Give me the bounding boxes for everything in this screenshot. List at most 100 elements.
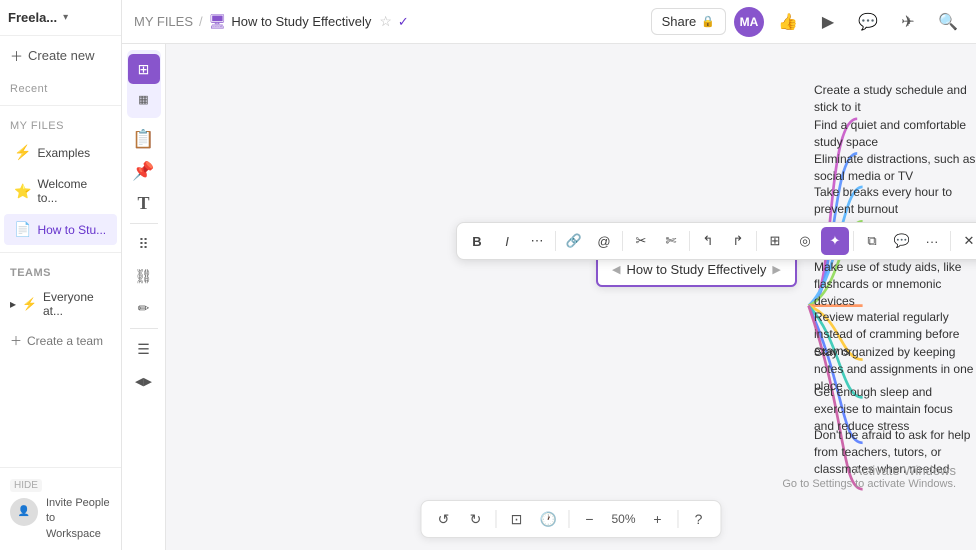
star-icon[interactable]: ☆ [379,13,392,30]
doc-title: How to Study Effectively [231,14,371,29]
create-team-button[interactable]: ＋ Create a team [0,325,121,356]
bt-divider-1 [495,510,496,528]
sidebar-header[interactable]: Freela... ▾ [0,0,121,36]
how-to-icon: 📄 [14,221,31,238]
lock-icon: 🔒 [701,15,715,28]
divider [0,105,121,106]
create-new-button[interactable]: ＋ Create new [0,36,121,75]
search-button[interactable]: 🔍 [932,6,964,38]
italic-button[interactable]: I [493,227,521,255]
canvas-wrapper: ⊞ ▦ 📋 📌 T ⠿ ⛓ ✏ ☰ ◀▶ [122,44,976,550]
dots-button[interactable]: ··· [918,227,946,255]
bt-divider-2 [568,510,569,528]
teams-section: TEAMS ▸ ⚡ Everyone at... ＋ Create a team [0,259,121,356]
branch-2: Find a quiet and comfortable study space [814,117,976,151]
breadcrumb: MY FILES / 🖥 How to Study Effectively ☆ … [134,13,409,30]
sidebar-item-welcome-label: Welcome to... [37,177,107,205]
target-button[interactable]: ◎ [791,227,819,255]
activate-subtitle: Go to Settings to activate Windows. [782,478,956,490]
text-button[interactable]: T [128,188,160,218]
grid-button[interactable]: ⊞ [761,227,789,255]
my-files-breadcrumb[interactable]: MY FILES [134,14,193,29]
zoom-in-button[interactable]: + [644,505,672,533]
branch-5: Make use of study aids, like flashcards … [814,259,976,309]
verified-icon: ✓ [398,14,409,30]
close-toolbar-button[interactable]: ✕ [955,227,976,255]
invite-content: 👤 Invite People to Workspace [10,496,111,542]
everyone-expand-icon: ▸ [10,297,16,311]
floating-toolbar: B I ⋯ 🔗 @ ✂ ✄ ↰ ↱ ⊞ ◎ ✦ ⧉ 💬 ··· [456,222,976,260]
breadcrumb-separator: / [199,14,203,29]
link-button[interactable]: ⛓ [128,261,160,291]
breadcrumb-current: 🖥 How to Study Effectively [209,13,372,30]
examples-icon: ⚡ [14,144,31,161]
sidebar: Freela... ▾ ＋ Create new Recent MY FILES… [0,0,122,550]
copy-button[interactable]: ⧉ [858,227,886,255]
central-node-label: How to Study Effectively [626,262,766,277]
branch-1: Create a study schedule and stick to it [814,82,976,116]
teams-section-label: TEAMS [0,259,121,283]
sidebar-item-how-to-label: How to Stu... [37,223,106,237]
sidebar-item-everyone[interactable]: ▸ ⚡ Everyone at... [0,283,121,325]
link-button[interactable]: 🔗 [560,227,588,255]
recent-section-label: Recent [0,75,121,99]
bt-divider-3 [678,510,679,528]
grid-view-button[interactable]: ⊞ [128,54,160,84]
everyone-label: Everyone at... [43,290,111,318]
avatar: MA [734,7,764,37]
comment-button[interactable]: 💬 [852,6,884,38]
help-button[interactable]: ? [685,505,713,533]
sidebar-item-examples-label: Examples [37,146,90,160]
sidebar-item-examples[interactable]: ⚡ Examples [4,137,117,168]
plus-icon: ＋ [10,46,23,65]
layers-button[interactable]: ☰ [128,334,160,364]
sidebar-item-welcome[interactable]: ⭐ Welcome to... [4,170,117,212]
invite-people-label[interactable]: Invite People to Workspace [46,496,111,542]
cut-button[interactable]: ✂ [627,227,655,255]
template-button[interactable]: 📋 [128,124,160,154]
invite-section: HIDE 👤 Invite People to Workspace [0,467,121,550]
clock-button[interactable]: 🕐 [534,505,562,533]
branch-4: Take breaks every hour to prevent burnou… [814,184,976,218]
view-toolbar-group: ⊞ ▦ [127,50,161,118]
sticky-note-button[interactable]: 📌 [128,156,160,186]
apps-button[interactable]: ⠿ [128,229,160,259]
thumbs-up-button[interactable]: 👍 [772,6,804,38]
workspace-name: Freela... [8,10,57,25]
curve-right-button[interactable]: ↱ [724,227,752,255]
chevron-down-icon: ▾ [63,12,68,23]
create-new-label: Create new [28,48,94,63]
share-button[interactable]: Share 🔒 [651,8,726,35]
node-right-arrow[interactable]: ▶ [772,263,780,276]
share-label: Share [662,14,697,29]
curve-left-button[interactable]: ↰ [694,227,722,255]
bold-button[interactable]: B [463,227,491,255]
plus-icon-team: ＋ [10,332,22,349]
view-option-2[interactable]: ▦ [128,84,160,114]
my-files-section-label: MY FILES [0,112,121,136]
node-left-arrow[interactable]: ◀ [612,263,620,276]
star-active-button[interactable]: ✦ [821,227,849,255]
fit-button[interactable]: ⊡ [502,505,530,533]
mention-button[interactable]: @ [590,227,618,255]
present-button[interactable]: ▶ [812,6,844,38]
sidebar-item-how-to[interactable]: 📄 How to Stu... [4,214,117,245]
zoom-out-button[interactable]: − [575,505,603,533]
comment-ft-button[interactable]: 💬 [888,227,916,255]
redo-button[interactable]: ↻ [461,505,489,533]
collapse-button[interactable]: ◀▶ [128,366,160,396]
toolbar-divider-2 [622,231,623,251]
avatar: 👤 [10,498,38,526]
doc-icon: 🖥 [209,13,227,30]
toolbar-divider [130,223,158,224]
left-toolbar: ⊞ ▦ 📋 📌 T ⠿ ⛓ ✏ ☰ ◀▶ [122,44,166,550]
invite-hide-button[interactable]: HIDE [10,479,42,492]
scissors2-button[interactable]: ✄ [657,227,685,255]
more-text-button[interactable]: ⋯ [523,227,551,255]
create-team-label: Create a team [27,334,103,348]
pen-button[interactable]: ✏ [128,293,160,323]
share-send-button[interactable]: ✈ [892,6,924,38]
canvas[interactable]: ◀ How to Study Effectively ▶ Create a st… [166,44,976,550]
toolbar-divider-6 [950,231,951,251]
undo-button[interactable]: ↺ [429,505,457,533]
